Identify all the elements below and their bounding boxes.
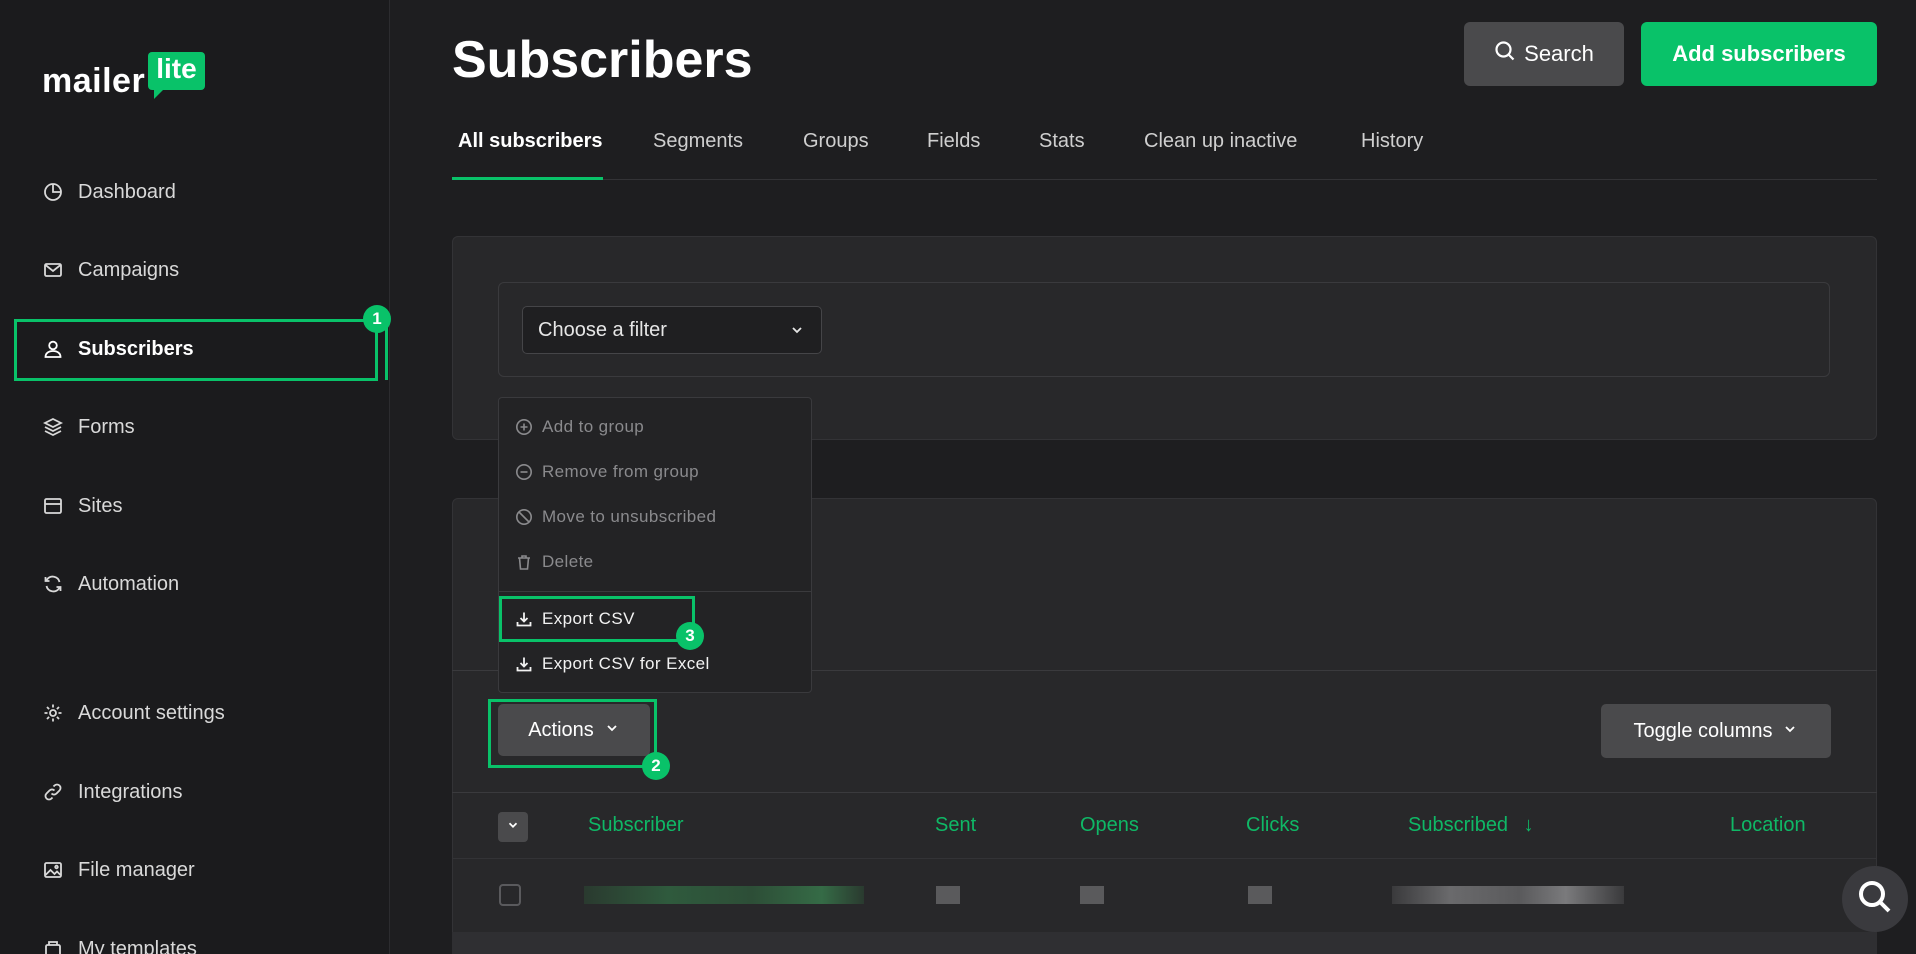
menu-item-remove-from-group[interactable]: Remove from group (515, 462, 699, 482)
menu-item-export-csv-excel[interactable]: Export CSV for Excel (515, 654, 710, 674)
sidebar-item-label: Automation (78, 572, 180, 595)
download-icon (515, 655, 533, 673)
sidebar-item-my-templates[interactable]: My templates (42, 934, 197, 954)
sidebar-item-label: Dashboard (78, 180, 176, 203)
sidebar-item-label: Sites (78, 494, 123, 517)
tab-fields[interactable]: Fields (927, 130, 980, 153)
sidebar-item-sites[interactable]: Sites (42, 491, 122, 521)
pie-chart-icon (42, 181, 64, 203)
search-button-label: Search (1524, 41, 1594, 66)
divider (452, 792, 1877, 793)
menu-divider (499, 591, 811, 592)
sidebar-item-label: Integrations (78, 780, 183, 803)
step-marker-2: 2 (642, 752, 670, 780)
menu-item-label: Delete (542, 552, 594, 571)
menu-item-delete[interactable]: Delete (515, 552, 594, 572)
plus-circle-icon (515, 418, 533, 436)
toggle-columns-label: Toggle columns (1633, 719, 1773, 742)
tab-stats[interactable]: Stats (1039, 130, 1085, 153)
image-icon (42, 859, 64, 881)
column-header-subscriber[interactable]: Subscriber (588, 814, 684, 837)
help-search-button[interactable] (1842, 866, 1908, 932)
menu-item-label: Export CSV for Excel (542, 654, 710, 673)
tab-all-subscribers[interactable]: All subscribers (458, 130, 603, 153)
refresh-icon (42, 573, 64, 595)
sidebar-item-label: File manager (78, 858, 195, 881)
actions-dropdown-menu: Add to group Remove from group Move to u… (498, 397, 812, 693)
sidebar-item-account-settings[interactable]: Account settings (42, 698, 225, 728)
search-button[interactable]: Search (1464, 22, 1624, 86)
row-checkbox[interactable] (499, 884, 521, 906)
highlight-subscribers (14, 319, 378, 381)
table-row (452, 932, 1877, 954)
logo-text: mailer (42, 62, 146, 100)
sidebar-item-campaigns[interactable]: Campaigns (42, 255, 179, 285)
tab-segments[interactable]: Segments (653, 130, 743, 153)
sidebar-item-label: Campaigns (78, 258, 180, 281)
sidebar-item-label: Account settings (78, 701, 225, 724)
highlight-actions (488, 699, 657, 768)
add-subscribers-button[interactable]: Add subscribers (1641, 22, 1877, 86)
gear-icon (42, 702, 64, 724)
step-marker-3: 3 (676, 622, 704, 650)
menu-item-add-to-group[interactable]: Add to group (515, 417, 644, 437)
tab-bar: All subscribers Segments Groups Fields S… (452, 126, 1877, 180)
sidebar: mailer lite Dashboard Campaigns Subscrib… (0, 0, 390, 954)
menu-item-label: Remove from group (542, 462, 700, 481)
toggle-columns-button[interactable]: Toggle columns (1601, 704, 1831, 758)
chevron-down-icon (506, 818, 520, 837)
chevron-down-icon (1782, 720, 1798, 743)
chevron-down-icon (789, 321, 805, 344)
filter-select-value: Choose a filter (538, 318, 667, 341)
tab-clean-up-inactive[interactable]: Clean up inactive (1144, 130, 1297, 153)
menu-item-label: Add to group (542, 417, 645, 436)
blurred-clicks-value (1248, 886, 1272, 904)
trash-icon (515, 553, 533, 571)
mailerlite-logo[interactable]: mailer lite (42, 52, 205, 101)
sidebar-item-label: My templates (78, 937, 197, 954)
ban-icon (515, 508, 533, 526)
column-header-label: Subscribed (1408, 814, 1509, 836)
select-all-checkbox[interactable] (498, 812, 528, 842)
step-marker-1: 1 (363, 305, 391, 333)
sidebar-item-automation[interactable]: Automation (42, 569, 179, 599)
sidebar-item-file-manager[interactable]: File manager (42, 855, 195, 885)
column-header-subscribed[interactable]: Subscribed ↓ (1408, 814, 1534, 837)
tab-history[interactable]: History (1361, 130, 1423, 153)
blurred-subscriber-email (584, 886, 864, 904)
minus-circle-icon (515, 463, 533, 481)
sidebar-item-label: Forms (78, 415, 135, 438)
filter-select[interactable]: Choose a filter (522, 306, 822, 354)
mail-icon (42, 259, 64, 281)
sort-arrow-icon: ↓ (1523, 814, 1534, 836)
layers-icon (42, 416, 64, 438)
browser-icon (42, 495, 64, 517)
menu-item-label: Move to unsubscribed (542, 507, 717, 526)
search-icon (1855, 877, 1895, 922)
column-header-sent[interactable]: Sent (935, 814, 976, 837)
column-header-clicks[interactable]: Clicks (1246, 814, 1299, 837)
page-title: Subscribers (452, 31, 753, 89)
blurred-opens-value (1080, 886, 1104, 904)
search-icon (1494, 40, 1516, 68)
link-icon (42, 781, 64, 803)
column-header-location[interactable]: Location (1730, 814, 1806, 837)
tab-groups[interactable]: Groups (803, 130, 869, 153)
sidebar-item-integrations[interactable]: Integrations (42, 777, 183, 807)
blurred-subscribed-date (1392, 886, 1624, 904)
divider (452, 858, 1877, 859)
sidebar-item-dashboard[interactable]: Dashboard (42, 177, 176, 207)
menu-item-move-to-unsubscribed[interactable]: Move to unsubscribed (515, 507, 716, 527)
active-tab-underline (452, 177, 603, 180)
blurred-sent-value (936, 886, 960, 904)
template-icon (42, 938, 64, 954)
sidebar-item-forms[interactable]: Forms (42, 412, 135, 442)
column-header-opens[interactable]: Opens (1080, 814, 1139, 837)
logo-badge: lite (148, 52, 205, 99)
highlight-export-csv (499, 596, 695, 642)
